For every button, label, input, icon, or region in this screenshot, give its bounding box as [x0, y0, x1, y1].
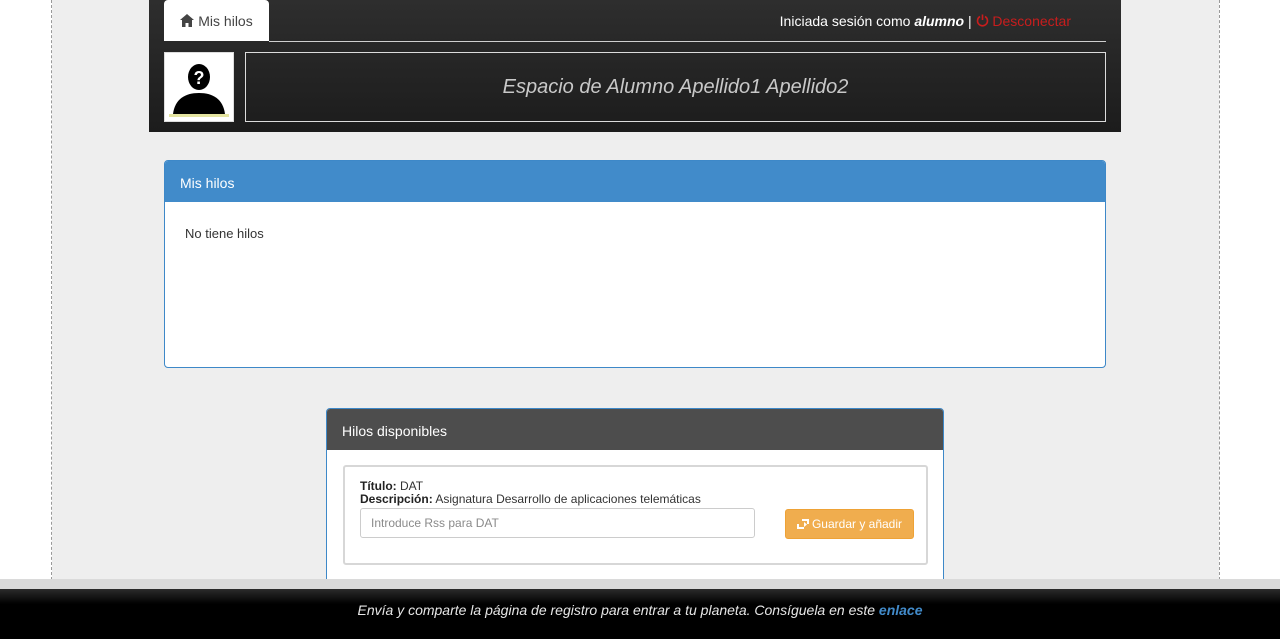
available-threads-header: Hilos disponibles [327, 409, 943, 450]
my-threads-header: Mis hilos [165, 161, 1105, 202]
my-threads-panel: Mis hilos No tiene hilos [164, 160, 1106, 368]
user-silhouette-icon: ? [169, 57, 229, 117]
tab-mis-hilos-label: Mis hilos [198, 12, 253, 29]
my-threads-empty-text: No tiene hilos [185, 226, 264, 241]
footer-text: Envía y comparte la página de registro p… [357, 602, 876, 618]
thread-description-value: Asignatura Desarrollo de aplicaciones te… [435, 492, 701, 506]
save-and-add-label: Guardar y añadir [811, 517, 903, 531]
banner: Espacio de Alumno Apellido1 Apellido2 [245, 52, 1106, 122]
footer: Envía y comparte la página de registro p… [0, 589, 1280, 639]
thread-title-value: DAT [400, 479, 424, 493]
header-divider [269, 41, 1106, 42]
avatar[interactable]: ? [164, 52, 234, 122]
save-and-add-button[interactable]: Guardar y añadir [785, 509, 914, 539]
footer-link[interactable]: enlace [879, 602, 923, 618]
session-separator: | [967, 13, 972, 29]
thread-title-label: Título: [360, 479, 397, 493]
right-dashed-border [1219, 0, 1220, 580]
session-info: Iniciada sesión como alumno | Desconecta… [780, 13, 1071, 29]
tab-mis-hilos[interactable]: Mis hilos [164, 0, 269, 41]
banner-title: Espacio de Alumno Apellido1 Apellido2 [502, 75, 849, 98]
power-icon [976, 14, 988, 27]
thread-card: Título: DAT Descripción: Asignatura Desa… [343, 465, 928, 565]
svg-text:?: ? [194, 68, 205, 88]
session-user: alumno [914, 13, 965, 29]
home-icon [180, 14, 195, 27]
transfer-icon [796, 518, 809, 529]
header: Mis hilos Iniciada sesión como alumno | … [149, 0, 1121, 132]
thread-title-line: Título: DAT [360, 479, 423, 493]
thread-description-line: Descripción: Asignatura Desarrollo de ap… [360, 492, 701, 506]
thread-description-label: Descripción: [360, 492, 433, 506]
session-prefix: Iniciada sesión como [779, 13, 911, 29]
available-threads-panel: Hilos disponibles Título: DAT Descripció… [326, 408, 944, 588]
logout-label: Desconectar [992, 13, 1071, 29]
logout-link[interactable]: Desconectar [976, 13, 1071, 29]
horizontal-scrollbar[interactable] [0, 579, 1280, 589]
rss-input[interactable] [360, 508, 755, 538]
